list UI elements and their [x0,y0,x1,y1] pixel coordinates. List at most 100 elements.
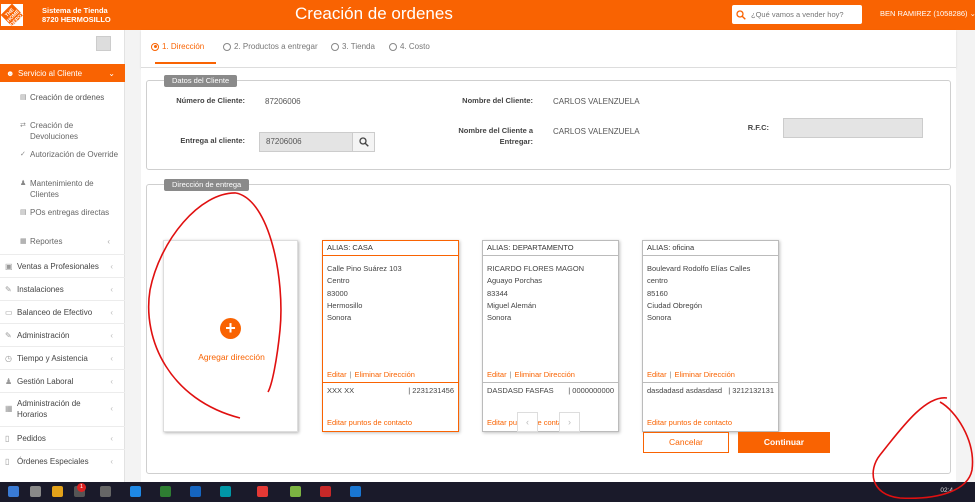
sidebar-subitem-pos-entregas[interactable]: ▤ POs entregas directas [20,207,120,218]
sidebar-subitem-mantenimiento-clientes[interactable]: ♟ Mantenimiento de Clientes [20,178,120,200]
app-icon[interactable] [100,486,111,497]
contact-phone: | 2231231456 [408,386,454,395]
global-search[interactable] [732,5,862,24]
sidebar-section-label: Servicio al Cliente [18,68,83,78]
delete-address-link[interactable]: Eliminar Dirección [355,370,415,379]
document-icon: ▯ [5,456,10,466]
app-icon[interactable] [30,486,41,497]
separator: | [669,370,672,379]
store-info: Sistema de Tienda 8720 HERMOSILLO [42,6,111,24]
chrome-icon[interactable] [257,486,268,497]
app-icon[interactable] [290,486,301,497]
sidebar-subitem-creacion-devoluciones[interactable]: ⇄ Creación de Devoluciones [20,120,120,142]
search-icon [736,9,746,20]
sidebar-item-balanceo-efectivo[interactable]: ▭ Balanceo de Efectivo ‹ [0,300,125,323]
delivery-client-field[interactable]: 87206006 [259,132,353,152]
sidebar-collapse-button[interactable] [96,36,111,51]
client-data-legend: Datos del Cliente [164,75,238,87]
sidebar-item-label: Pedidos [17,433,46,443]
add-address-card[interactable]: + Agregar dirección [163,240,298,432]
client-number-value: 87206006 [265,97,301,106]
edit-contacts-link[interactable]: Editar puntos de contacto [483,418,618,427]
sidebar-item-instalaciones[interactable]: ✎ Instalaciones ‹ [0,277,125,300]
start-icon[interactable] [8,486,19,497]
sidebar-subitem-reportes[interactable]: ▦ Reportes ‹ [20,236,120,247]
edit-contacts-link[interactable]: Editar puntos de contacto [323,418,458,427]
address-lines: RICARDO FLORES MAGON Aguayo Porchas 8334… [483,256,618,370]
edit-address-link[interactable]: Editar [487,370,507,379]
briefcase-icon: ▣ [5,261,13,271]
separator: | [509,370,512,379]
app-icon[interactable] [190,486,201,497]
client-name-label: Nombre del Cliente: [462,96,533,105]
app-icon[interactable] [350,486,361,497]
user-menu[interactable]: BEN RAMIREZ (1058286) ⌄ [880,9,975,18]
chevron-left-icon: ‹ [110,284,113,294]
chevron-down-icon: ⌄ [969,9,975,18]
radio-icon [331,42,339,51]
app-icon[interactable] [160,486,171,497]
clock-icon: ◷ [5,353,12,363]
sidebar-subitem-creacion-ordenes[interactable]: ▤ Creación de ordenes [20,92,120,103]
address-state: Sonora [647,313,672,323]
address-city: Hermosillo [327,300,363,310]
address-lines: Calle Pino Suárez 103 Centro 83000 Hermo… [323,256,458,370]
sidebar-item-administracion[interactable]: ✎ Administración ‹ [0,323,125,346]
radio-icon [389,42,397,51]
edit-contacts-link[interactable]: Editar puntos de contacto [643,418,778,427]
sidebar-item-tiempo-asistencia[interactable]: ◷ Tiempo y Asistencia ‹ [0,346,125,369]
contact-info: XXX XX | 2231231456 [323,383,458,418]
pager-prev-button[interactable]: ‹ [517,412,538,432]
app-icon[interactable] [320,486,331,497]
pager-next-button[interactable]: › [559,412,580,432]
sidebar-item-administracion-horarios[interactable]: ▦ Administración de Horarios ‹ [0,392,125,424]
edit-address-link[interactable]: Editar [327,370,347,379]
address-colony: centro [647,276,668,286]
rfc-field[interactable] [783,118,923,138]
rfc-label: R.F.C: [747,123,769,132]
client-name-value: CARLOS VALENZUELA [553,97,640,106]
search-input[interactable] [751,10,856,19]
cancel-button[interactable]: Cancelar [643,432,729,453]
chevron-left-icon: ‹ [110,261,113,271]
continue-button[interactable]: Continuar [738,432,830,453]
sidebar-section-servicio-cliente[interactable]: ☻ Servicio al Cliente ⌄ [0,64,125,82]
address-actions: Editar | Eliminar Dirección [643,370,778,383]
sidebar-item-ventas-profesionales[interactable]: ▣ Ventas a Profesionales ‹ [0,254,125,277]
notification-badge: 1 [77,483,86,492]
sidebar-item-label: Gestión Laboral [17,376,74,386]
list-icon: ▤ [20,209,27,216]
contact-name: dasdadasd asdasdasd [647,386,723,395]
client-search-button[interactable] [352,132,375,152]
folder-icon[interactable] [52,486,63,497]
chevron-left-icon: ‹ [110,456,113,466]
address-card-oficina[interactable]: ALIAS: oficina Boulevard Rodolfo Elías C… [642,240,779,432]
app-icon[interactable] [220,486,231,497]
sidebar-item-label: Instalaciones [17,284,64,294]
sidebar-item-pedidos[interactable]: ▯ Pedidos ‹ [0,426,125,449]
sidebar-item-ordenes-especiales[interactable]: ▯ Órdenes Especiales ‹ [0,449,125,472]
delete-address-link[interactable]: Eliminar Dirección [675,370,735,379]
address-lines: Boulevard Rodolfo Elías Calles centro 85… [643,256,778,370]
edit-address-link[interactable]: Editar [647,370,667,379]
address-card-casa[interactable]: ALIAS: CASA Calle Pino Suárez 103 Centro… [322,240,459,432]
people-icon: ♟ [5,376,13,386]
delivery-name-value: CARLOS VALENZUELA [553,127,640,136]
step-label: 3. Tienda [342,42,375,51]
sidebar-item-gestion-laboral[interactable]: ♟ Gestión Laboral ‹ [0,369,125,392]
step-direccion[interactable]: 1. Dirección [151,42,204,51]
step-productos[interactable]: 2. Productos a entregar [223,42,318,51]
document-icon: ▯ [5,433,10,443]
sidebar-subitem-autorizacion-override[interactable]: ✓ Autorización de Override [20,149,120,160]
home-depot-logo[interactable]: THE HOME DEPOT [0,3,26,28]
step-label: 4. Costo [400,42,430,51]
step-costo[interactable]: 4. Costo [389,42,430,51]
delete-address-link[interactable]: Eliminar Dirección [515,370,575,379]
step-tienda[interactable]: 3. Tienda [331,42,375,51]
app-icon[interactable] [130,486,141,497]
address-card-departamento[interactable]: ALIAS: DEPARTAMENTO RICARDO FLORES MAGON… [482,240,619,432]
sidebar-item-label: Ventas a Profesionales [17,261,99,271]
address-actions: Editar | Eliminar Dirección [323,370,458,383]
report-icon: ▦ [20,238,27,245]
step-label: 1. Dirección [162,42,205,51]
